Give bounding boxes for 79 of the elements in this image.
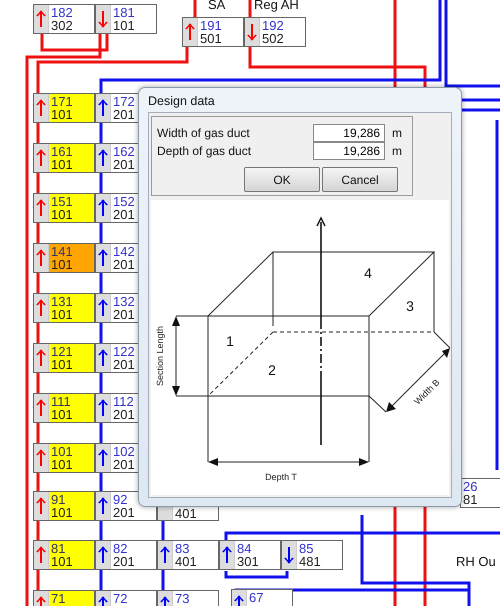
block-number: 401: [175, 507, 198, 520]
block-number: 142: [113, 245, 136, 258]
block-number: 81: [463, 493, 478, 506]
block-number: 101: [113, 19, 136, 32]
block-number: 182: [51, 6, 74, 19]
face-label: 2: [268, 362, 276, 378]
block-number: 152: [113, 195, 136, 208]
dimension-label: Depth T: [265, 472, 297, 482]
block-number: 82: [113, 542, 128, 555]
block-number: 71: [51, 592, 66, 605]
block-number: 67: [249, 591, 264, 604]
block-number: 132: [113, 295, 136, 308]
block-number: 171: [51, 95, 74, 108]
block-number: 201: [113, 208, 136, 221]
block-number: 192: [262, 19, 285, 32]
block-number: 201: [113, 506, 136, 519]
block-number: 502: [262, 32, 285, 45]
block-number: 101: [51, 108, 74, 121]
ok-button[interactable]: OK: [244, 167, 320, 192]
block-number: 85: [299, 542, 314, 555]
block-number: 201: [113, 358, 136, 371]
block-number: 26: [463, 480, 478, 493]
block-number: 151: [51, 195, 74, 208]
block-number: 131: [51, 295, 74, 308]
block-number: 201: [113, 258, 136, 271]
block-number: 101: [51, 506, 74, 519]
block-number: 501: [200, 32, 223, 45]
block-number: 112: [113, 395, 135, 408]
block-number: 101: [51, 158, 74, 171]
block-number: 201: [113, 308, 136, 321]
block-number: 302: [51, 19, 74, 32]
field-label: Depth of gas duct: [157, 144, 252, 158]
block-number: 92: [113, 493, 128, 506]
block-number: 201: [113, 108, 136, 121]
block-number: 102: [113, 445, 136, 458]
block-number: 201: [113, 555, 136, 568]
dimension-label: Section Length: [155, 326, 165, 386]
input-field[interactable]: 19,286: [313, 142, 385, 160]
block-number: 181: [113, 6, 136, 19]
area-label: RH Ou: [456, 554, 496, 569]
block-number: 111: [51, 395, 72, 408]
area-label: Reg AH: [254, 0, 299, 12]
unit-label: m: [392, 144, 403, 158]
block-number: 101: [51, 308, 74, 321]
block-number: 81: [51, 542, 66, 555]
block-number: 141: [51, 245, 74, 258]
block-number: 201: [113, 458, 136, 471]
block-number: 83: [175, 542, 190, 555]
face-label: 3: [406, 298, 414, 314]
unit-label: m: [392, 126, 403, 140]
block-number: 101: [51, 445, 74, 458]
block-number: 101: [51, 208, 74, 221]
block-number: 191: [200, 19, 223, 32]
block-number: 401: [175, 555, 198, 568]
block-number: 101: [51, 555, 74, 568]
area-label: SA: [208, 0, 226, 12]
block-number: 101: [51, 258, 74, 271]
block-number: 201: [113, 158, 136, 171]
block-number: 122: [113, 345, 136, 358]
block-number: 91: [51, 493, 66, 506]
dimension-arrow: [386, 348, 450, 412]
block-number: 121: [51, 345, 74, 358]
cancel-button[interactable]: Cancel: [322, 167, 398, 192]
block-number: 481: [299, 555, 322, 568]
block-number: 101: [51, 458, 74, 471]
block-number: 301: [237, 555, 260, 568]
block-number: 162: [113, 145, 136, 158]
block-number: 84: [237, 542, 252, 555]
input-field[interactable]: 19,286: [313, 124, 385, 142]
block-number: 101: [51, 358, 74, 371]
face-label: 4: [364, 265, 372, 281]
block-number: 201: [113, 408, 136, 421]
block-number: 161: [51, 145, 74, 158]
dialog-title: Design data: [148, 93, 216, 110]
face-label: 1: [226, 333, 234, 349]
field-label: Width of gas duct: [157, 126, 251, 140]
block-number: 72: [113, 592, 128, 605]
block-number: 73: [175, 592, 190, 605]
block-number: 101: [51, 408, 74, 421]
